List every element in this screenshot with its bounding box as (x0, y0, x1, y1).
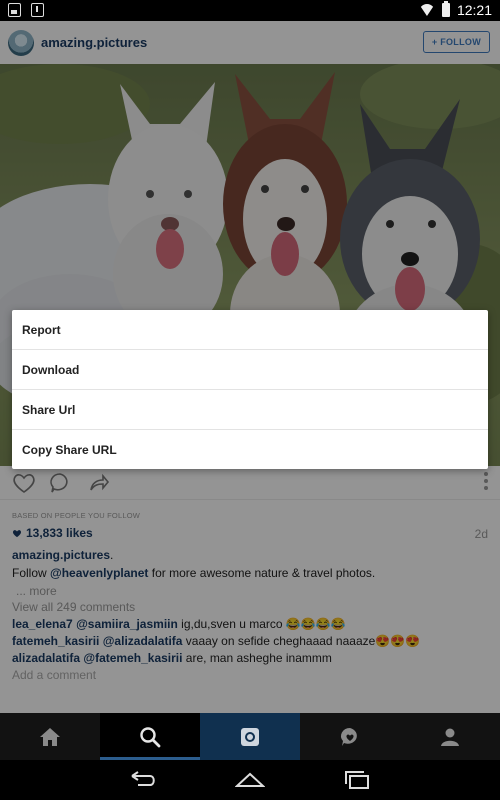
system-nav-bar (0, 760, 500, 800)
home-nav-icon (234, 772, 266, 787)
home-icon (40, 727, 60, 746)
search-icon (140, 726, 161, 747)
alert-notification-icon (31, 3, 44, 17)
copy-share-url-option[interactable]: Copy Share URL (12, 430, 488, 470)
share-url-option[interactable]: Share Url (12, 390, 488, 430)
report-option[interactable]: Report (12, 310, 488, 350)
activity-icon (341, 727, 357, 746)
tab-activity[interactable] (300, 713, 400, 760)
wifi-icon (419, 4, 435, 16)
options-dialog: Report Download Share Url Copy Share URL (12, 310, 488, 469)
battery-icon (441, 1, 450, 17)
profile-icon (441, 728, 459, 746)
download-option[interactable]: Download (12, 350, 488, 390)
bottom-tab-bar (0, 713, 500, 760)
gallery-notification-icon (8, 3, 21, 17)
status-bar: 12:21 (0, 0, 500, 21)
tab-profile[interactable] (400, 713, 500, 760)
recents-button[interactable] (343, 770, 373, 795)
home-nav-button[interactable] (234, 770, 266, 795)
recents-icon (345, 771, 369, 789)
tab-camera[interactable] (200, 713, 300, 760)
tab-search[interactable] (100, 713, 200, 760)
back-icon (131, 771, 155, 786)
camera-icon (241, 727, 259, 746)
back-button[interactable] (128, 770, 158, 795)
status-time: 12:21 (456, 2, 492, 18)
tab-home[interactable] (0, 713, 100, 760)
